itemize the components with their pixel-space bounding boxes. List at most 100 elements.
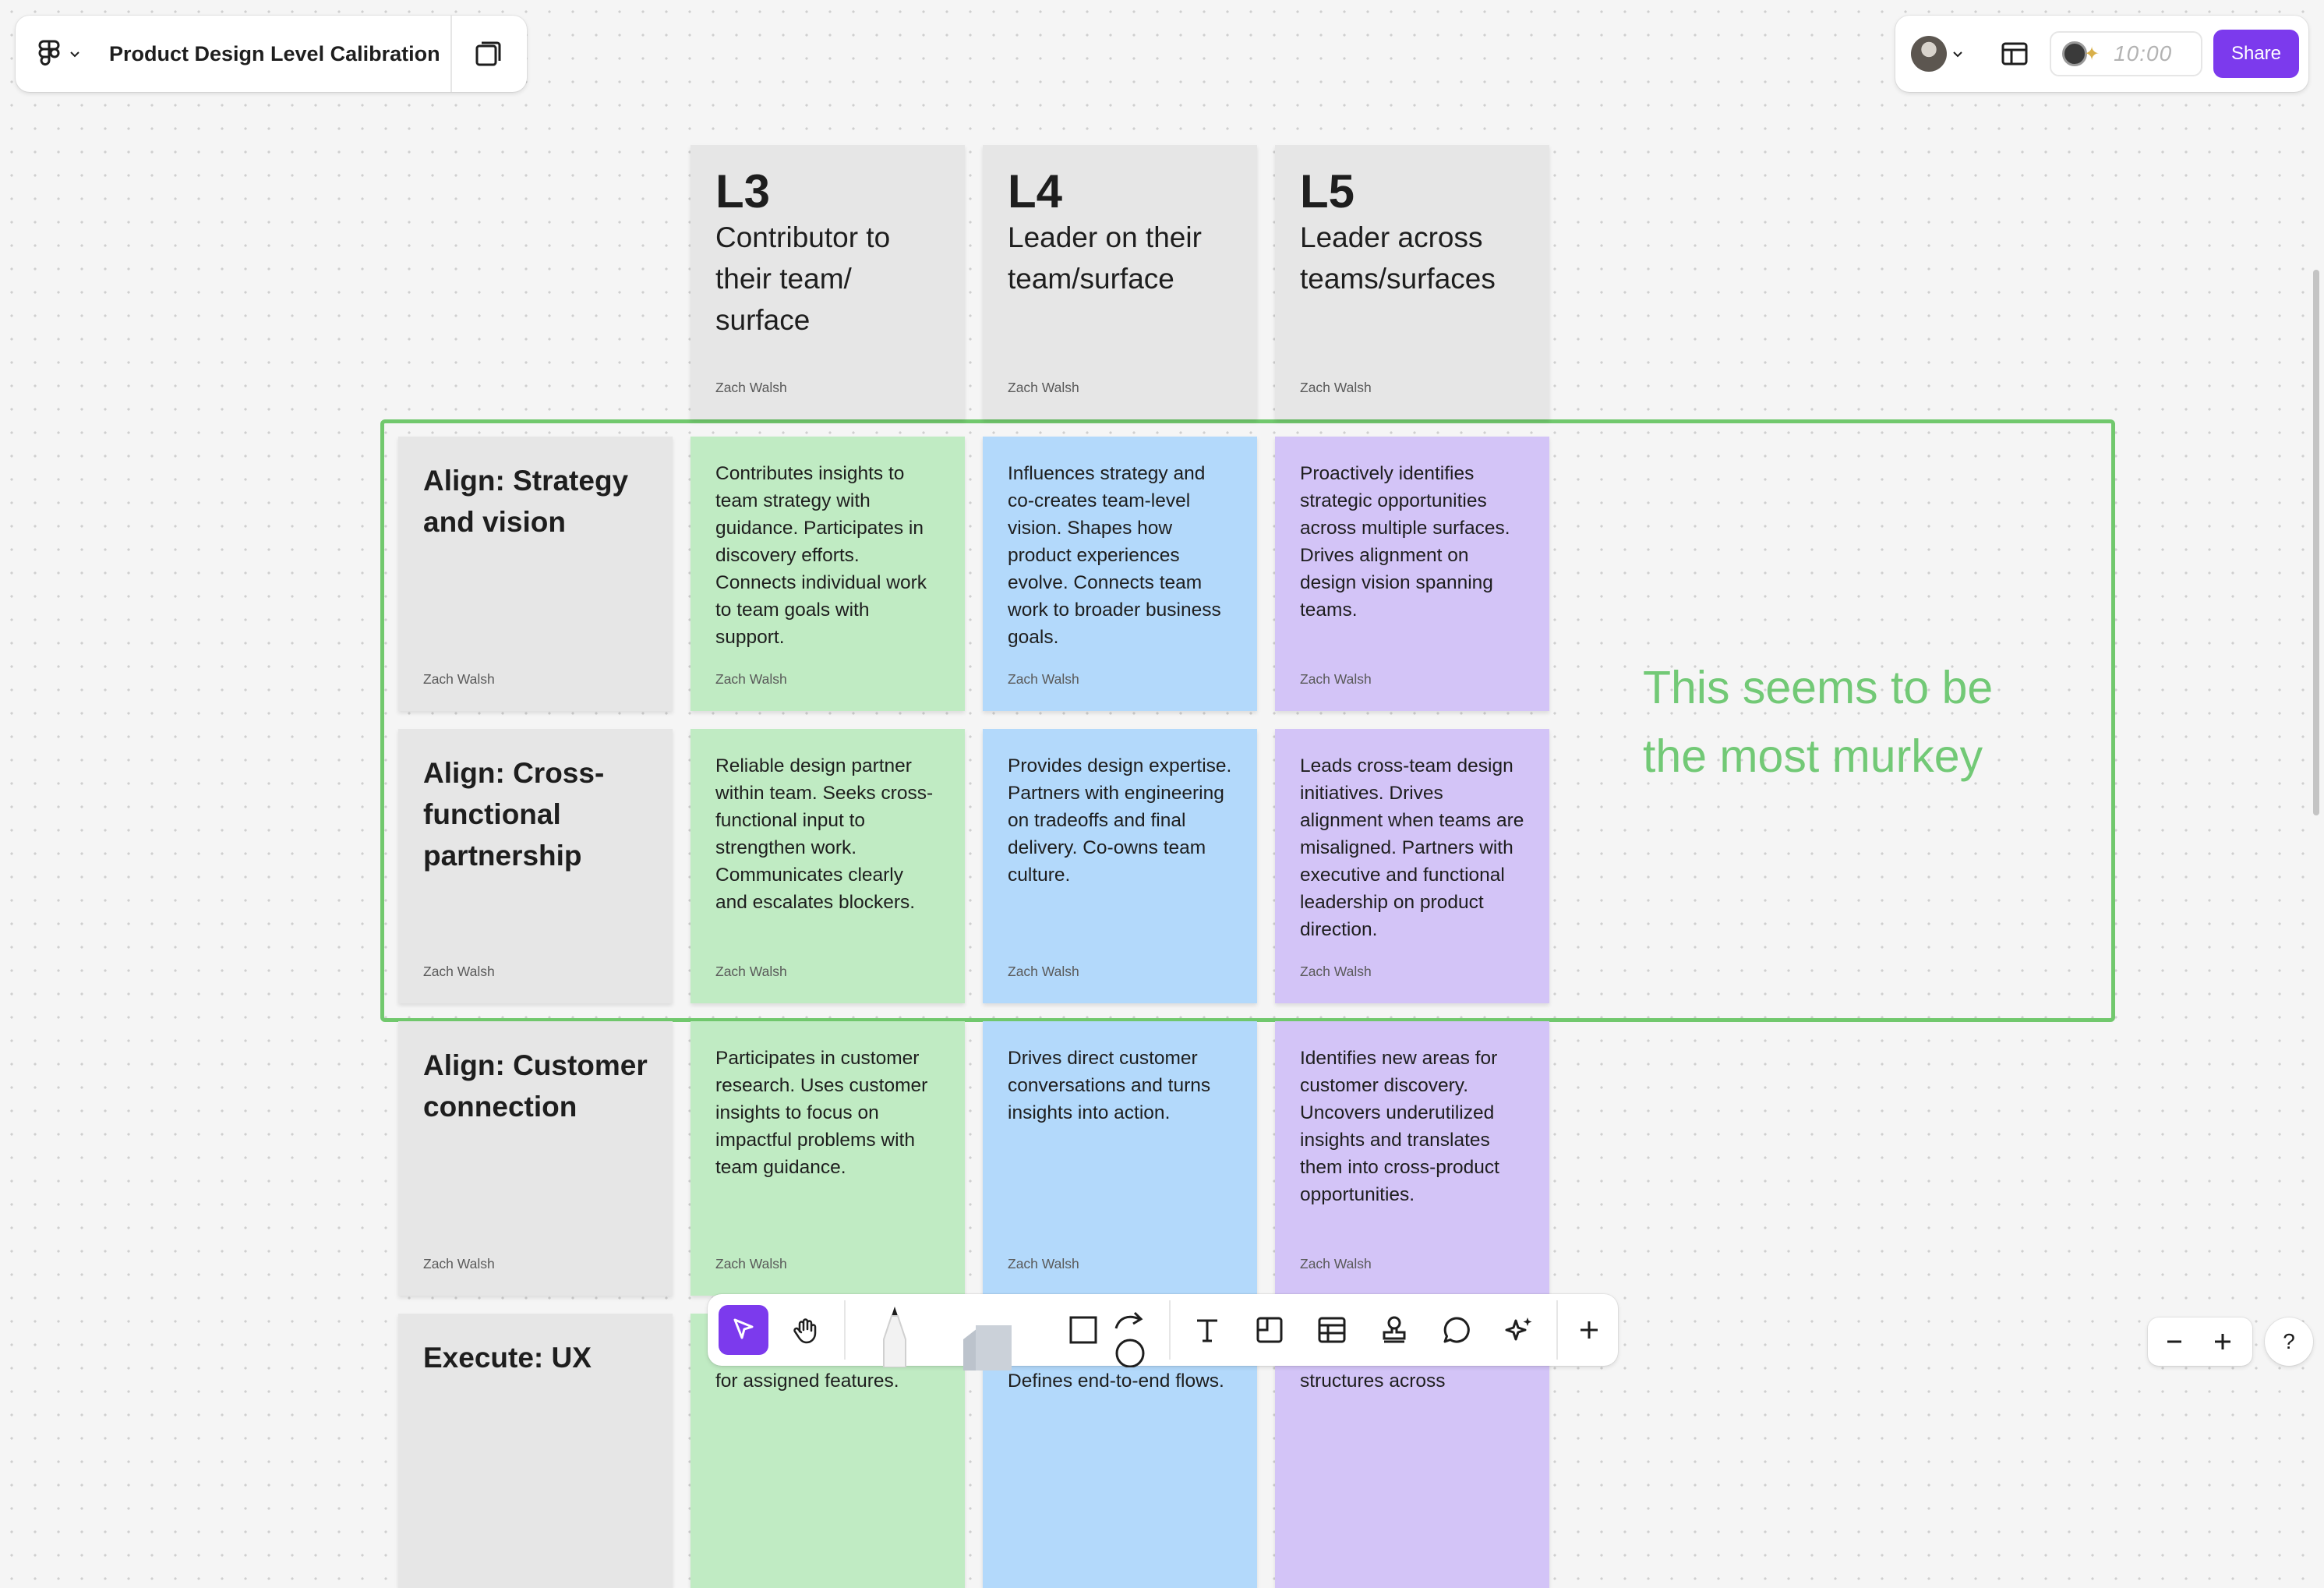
- sticky-note[interactable]: Provides design expertise. Partners with…: [983, 729, 1257, 1003]
- level-description: Leader across teams/surfaces: [1300, 221, 1496, 295]
- user-menu-button[interactable]: [1911, 34, 1973, 73]
- shape-tool-button[interactable]: [1058, 1305, 1108, 1355]
- minus-icon: [2167, 1340, 2181, 1343]
- level-label: L5: [1300, 165, 1355, 218]
- sticky-author: Zach Walsh: [1300, 1256, 1372, 1271]
- zoom-in-button[interactable]: [2199, 1321, 2246, 1363]
- zoom-out-button[interactable]: [2151, 1321, 2198, 1363]
- sticky-note[interactable]: Contributes insights to team strategy wi…: [690, 437, 965, 711]
- toolbar-divider: [1556, 1300, 1558, 1360]
- sticky-author: Zach Walsh: [1008, 671, 1079, 687]
- help-button[interactable]: ?: [2265, 1317, 2313, 1366]
- table-tool-button[interactable]: [1307, 1305, 1357, 1355]
- row-title: Execute: UX: [423, 1342, 592, 1374]
- column-header-l4[interactable]: L4 Leader on their team/surface Zach Wal…: [983, 145, 1257, 419]
- sticky-text: Contributes insights to team strategy wi…: [715, 463, 927, 648]
- sticky-author: Zach Walsh: [1008, 964, 1079, 979]
- sticky-text: for assigned features.: [715, 1370, 899, 1392]
- divider: [450, 16, 452, 92]
- pages-button[interactable]: [471, 36, 507, 72]
- rectangle-icon: [1069, 1316, 1097, 1344]
- sticky-text: Drives direct customer conversations and…: [1008, 1048, 1211, 1123]
- sticky-author: Zach Walsh: [423, 671, 495, 687]
- sticky-text: Proactively identifies strategic opportu…: [1300, 463, 1510, 621]
- timer-display: 10:00: [2114, 41, 2173, 65]
- level-description: Leader on their team/surface: [1008, 221, 1202, 295]
- sparkle-icon: ✦: [2084, 43, 2100, 65]
- row-title: Align: Cross-functional partnership: [423, 757, 605, 872]
- hand-icon: [793, 1318, 817, 1344]
- chevron-down-icon: [1953, 51, 1962, 58]
- hand-tool-button[interactable]: [781, 1305, 831, 1355]
- text-tool-button[interactable]: [1182, 1305, 1232, 1355]
- toolbar-divider: [1169, 1300, 1171, 1360]
- row-header-execute-ux[interactable]: Execute: UX: [398, 1314, 673, 1588]
- sticky-author: Zach Walsh: [715, 964, 787, 979]
- comment-icon: [1443, 1317, 1470, 1343]
- column-header-l3[interactable]: L3 Contributor to their team/ surface Za…: [690, 145, 965, 419]
- sticky-note[interactable]: Influences strategy and co-creates team-…: [983, 437, 1257, 711]
- ai-tool-button[interactable]: [1494, 1305, 1544, 1355]
- sticky-note[interactable]: Drives direct customer conversations and…: [983, 1021, 1257, 1296]
- sticky-author: Zach Walsh: [423, 964, 495, 979]
- section-tool-button[interactable]: [1245, 1305, 1294, 1355]
- sticky-text: Leads cross-team design initiatives. Dri…: [1300, 755, 1524, 940]
- toolbar-divider: [844, 1300, 846, 1360]
- section-icon: [1256, 1317, 1283, 1343]
- sticky-stack-icon: [963, 1325, 1012, 1370]
- sticky-author: Zach Walsh: [715, 1256, 787, 1271]
- sticky-note[interactable]: Leads cross-team design initiatives. Dri…: [1275, 729, 1549, 1003]
- sticky-note[interactable]: Reliable design partner within team. See…: [690, 729, 965, 1003]
- sticky-author: Zach Walsh: [1300, 671, 1372, 687]
- avatar: [1911, 36, 1947, 72]
- sticky-text: Defines end-to-end flows.: [1008, 1370, 1224, 1392]
- sticky-note[interactable]: Identifies new areas for customer discov…: [1275, 1021, 1549, 1296]
- ai-sparkle-icon: [1505, 1317, 1532, 1341]
- sticky-text: Identifies new areas for customer discov…: [1300, 1048, 1499, 1205]
- row-title: Align: Customer connection: [423, 1049, 648, 1123]
- row-header-strategy[interactable]: Align: Strategy and vision Zach Walsh: [398, 437, 673, 711]
- stamp-tool-button[interactable]: [1369, 1305, 1419, 1355]
- annotation-text[interactable]: This seems to be the most murkey: [1643, 653, 2048, 790]
- plus-icon: [1581, 1321, 1598, 1339]
- sticky-author: Zach Walsh: [1300, 380, 1372, 395]
- figma-menu-button[interactable]: [37, 36, 100, 72]
- vertical-scrollbar[interactable]: [2313, 270, 2319, 815]
- sticky-author: Zach Walsh: [423, 1256, 495, 1271]
- sticky-author: Zach Walsh: [715, 671, 787, 687]
- file-title[interactable]: Product Design Level Calibration: [109, 39, 440, 69]
- chevron-down-icon: [70, 51, 79, 58]
- figma-logo-icon: [38, 40, 60, 66]
- share-button[interactable]: Share: [2213, 30, 2299, 78]
- row-header-partnership[interactable]: Align: Cross-functional partnership Zach…: [398, 729, 673, 1003]
- cursor-icon: [733, 1318, 754, 1339]
- sticky-author: Zach Walsh: [1300, 964, 1372, 979]
- sticky-text: Reliable design partner within team. See…: [715, 755, 934, 913]
- top-right-panel: ✦ 10:00 Share: [1895, 16, 2308, 92]
- sticky-note[interactable]: Proactively identifies strategic opportu…: [1275, 437, 1549, 711]
- move-tool-button[interactable]: [719, 1305, 768, 1355]
- comment-tool-button[interactable]: [1432, 1305, 1482, 1355]
- marker-tool-button[interactable]: [871, 1303, 918, 1368]
- column-header-l5[interactable]: L5 Leader across teams/surfaces Zach Wal…: [1275, 145, 1549, 419]
- level-label: L3: [715, 165, 771, 218]
- plus-icon: [2215, 1334, 2230, 1349]
- timer-button[interactable]: ✦ 10:00: [2050, 31, 2202, 76]
- level-description: Contributor to their team/ surface: [715, 221, 891, 336]
- sticky-note[interactable]: Participates in customer research. Uses …: [690, 1021, 965, 1296]
- layout-icon: [2001, 42, 2028, 65]
- table-icon: [1318, 1317, 1346, 1343]
- row-header-customer[interactable]: Align: Customer connection Zach Walsh: [398, 1021, 673, 1296]
- marker-icon: [883, 1307, 906, 1368]
- connector-circle-icon: [1114, 1311, 1145, 1368]
- sticky-text: Influences strategy and co-creates team-…: [1008, 463, 1221, 648]
- sticky-text: Participates in customer research. Uses …: [715, 1048, 928, 1178]
- level-label: L4: [1008, 165, 1063, 218]
- text-icon: [1197, 1319, 1217, 1342]
- sticky-author: Zach Walsh: [1008, 380, 1079, 395]
- layout-button[interactable]: [1997, 36, 2033, 72]
- more-tools-button[interactable]: [1564, 1305, 1614, 1355]
- sticky-note-tool-button[interactable]: [952, 1308, 1030, 1370]
- sticky-author: Zach Walsh: [715, 380, 787, 395]
- connector-tool-button[interactable]: [1110, 1307, 1149, 1368]
